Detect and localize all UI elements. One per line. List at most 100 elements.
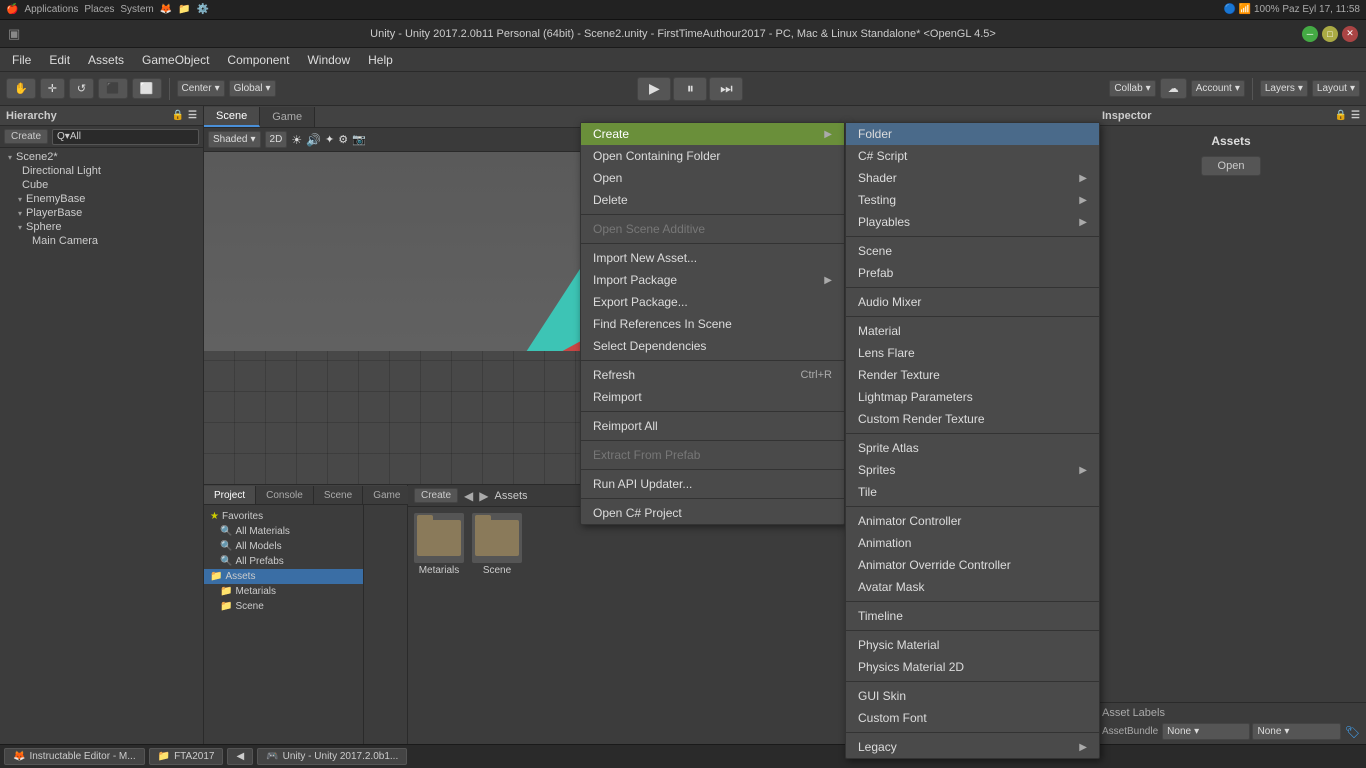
ctx-render-texture[interactable]: Render Texture [846, 364, 1099, 386]
ctx-export-package-label: Export Package... [593, 295, 688, 309]
ctx-find-references[interactable]: Find References In Scene [581, 313, 844, 335]
ctx-sprite-atlas[interactable]: Sprite Atlas [846, 437, 1099, 459]
ctx-open-scene-additive: Open Scene Additive [581, 218, 844, 240]
create-sep2 [846, 287, 1099, 288]
ctx-custom-font-label: Custom Font [858, 711, 927, 725]
ctx-reimport[interactable]: Reimport [581, 386, 844, 408]
ctx-refresh[interactable]: Refresh Ctrl+R [581, 364, 844, 386]
ctx-animator-controller[interactable]: Animator Controller [846, 510, 1099, 532]
ctx-sep2 [581, 243, 844, 244]
ctx-playables-arrow-icon: ▶ [1079, 217, 1087, 228]
ctx-timeline[interactable]: Timeline [846, 605, 1099, 627]
ctx-open[interactable]: Open [581, 167, 844, 189]
ctx-lens-flare-label: Lens Flare [858, 346, 915, 360]
ctx-open-containing-label: Open Containing Folder [593, 149, 720, 163]
create-sep4 [846, 433, 1099, 434]
ctx-custom-render-texture[interactable]: Custom Render Texture [846, 408, 1099, 430]
ctx-sprites[interactable]: Sprites ▶ [846, 459, 1099, 481]
ctx-extract-label: Extract From Prefab [593, 448, 700, 462]
create-sep9 [846, 732, 1099, 733]
create-context-menu: Folder C# Script Shader ▶ Testing ▶ Play… [845, 122, 1100, 759]
ctx-shader[interactable]: Shader ▶ [846, 167, 1099, 189]
ctx-sprite-atlas-label: Sprite Atlas [858, 441, 919, 455]
ctx-shader-label: Shader [858, 171, 897, 185]
ctx-custom-render-label: Custom Render Texture [858, 412, 985, 426]
ctx-prefab[interactable]: Prefab [846, 262, 1099, 284]
ctx-open-scene-label: Open Scene Additive [593, 222, 705, 236]
ctx-animator-override[interactable]: Animator Override Controller [846, 554, 1099, 576]
ctx-reimport-label: Reimport [593, 390, 642, 404]
create-sep8 [846, 681, 1099, 682]
assets-context-menu: Create ▶ Open Containing Folder Open Del… [580, 122, 845, 525]
create-sep1 [846, 236, 1099, 237]
ctx-testing-arrow-icon: ▶ [1079, 195, 1087, 206]
ctx-animation-label: Animation [858, 536, 911, 550]
ctx-csharp-label: C# Script [858, 149, 907, 163]
ctx-sprites-arrow-icon: ▶ [1079, 465, 1087, 476]
ctx-extract-from-prefab: Extract From Prefab [581, 444, 844, 466]
ctx-select-deps-label: Select Dependencies [593, 339, 706, 353]
ctx-find-references-label: Find References In Scene [593, 317, 732, 331]
ctx-create-label: Create [593, 127, 629, 141]
ctx-audio-mixer-label: Audio Mixer [858, 295, 921, 309]
ctx-tile[interactable]: Tile [846, 481, 1099, 503]
ctx-csharp-script[interactable]: C# Script [846, 145, 1099, 167]
ctx-open-csharp-label: Open C# Project [593, 506, 682, 520]
ctx-sep4 [581, 411, 844, 412]
ctx-open-csharp-project[interactable]: Open C# Project [581, 502, 844, 524]
ctx-select-dependencies[interactable]: Select Dependencies [581, 335, 844, 357]
ctx-material[interactable]: Material [846, 320, 1099, 342]
ctx-testing[interactable]: Testing ▶ [846, 189, 1099, 211]
create-sep5 [846, 506, 1099, 507]
ctx-lens-flare[interactable]: Lens Flare [846, 342, 1099, 364]
ctx-import-new-asset[interactable]: Import New Asset... [581, 247, 844, 269]
create-sep3 [846, 316, 1099, 317]
ctx-sep3 [581, 360, 844, 361]
ctx-sep6 [581, 469, 844, 470]
ctx-prefab-label: Prefab [858, 266, 893, 280]
ctx-shader-arrow-icon: ▶ [1079, 173, 1087, 184]
ctx-animator-ctrl-label: Animator Controller [858, 514, 961, 528]
ctx-scene[interactable]: Scene [846, 240, 1099, 262]
ctx-lightmap-parameters[interactable]: Lightmap Parameters [846, 386, 1099, 408]
ctx-animation[interactable]: Animation [846, 532, 1099, 554]
ctx-custom-font[interactable]: Custom Font [846, 707, 1099, 729]
ctx-sep5 [581, 440, 844, 441]
ctx-reimport-all[interactable]: Reimport All [581, 415, 844, 437]
ctx-import-package[interactable]: Import Package ▶ [581, 269, 844, 291]
ctx-create-arrow-icon: ▶ [824, 129, 832, 140]
ctx-legacy[interactable]: Legacy ▶ [846, 736, 1099, 758]
ctx-testing-label: Testing [858, 193, 896, 207]
ctx-physics-2d-label: Physics Material 2D [858, 660, 964, 674]
ctx-legacy-label: Legacy [858, 740, 897, 754]
ctx-refresh-shortcut: Ctrl+R [801, 369, 832, 381]
ctx-physic-material-label: Physic Material [858, 638, 939, 652]
ctx-playables[interactable]: Playables ▶ [846, 211, 1099, 233]
ctx-timeline-label: Timeline [858, 609, 903, 623]
ctx-material-label: Material [858, 324, 901, 338]
ctx-import-package-label: Import Package [593, 273, 677, 287]
ctx-legacy-arrow-icon: ▶ [1079, 742, 1087, 753]
ctx-open-label: Open [593, 171, 622, 185]
ctx-physics-material-2d[interactable]: Physics Material 2D [846, 656, 1099, 678]
ctx-avatar-mask[interactable]: Avatar Mask [846, 576, 1099, 598]
ctx-audio-mixer[interactable]: Audio Mixer [846, 291, 1099, 313]
ctx-physic-material[interactable]: Physic Material [846, 634, 1099, 656]
ctx-open-containing-folder[interactable]: Open Containing Folder [581, 145, 844, 167]
ctx-reimport-all-label: Reimport All [593, 419, 658, 433]
ctx-sep7 [581, 498, 844, 499]
ctx-folder[interactable]: Folder [846, 123, 1099, 145]
ctx-gui-skin[interactable]: GUI Skin [846, 685, 1099, 707]
ctx-tile-label: Tile [858, 485, 877, 499]
create-sep7 [846, 630, 1099, 631]
ctx-run-api-updater[interactable]: Run API Updater... [581, 473, 844, 495]
ctx-create[interactable]: Create ▶ [581, 123, 844, 145]
ctx-export-package[interactable]: Export Package... [581, 291, 844, 313]
ctx-delete[interactable]: Delete [581, 189, 844, 211]
ctx-sep1 [581, 214, 844, 215]
ctx-scene-label: Scene [858, 244, 892, 258]
ctx-import-package-arrow-icon: ▶ [824, 275, 832, 286]
ctx-sprites-label: Sprites [858, 463, 895, 477]
ctx-run-api-label: Run API Updater... [593, 477, 692, 491]
ctx-import-new-label: Import New Asset... [593, 251, 697, 265]
